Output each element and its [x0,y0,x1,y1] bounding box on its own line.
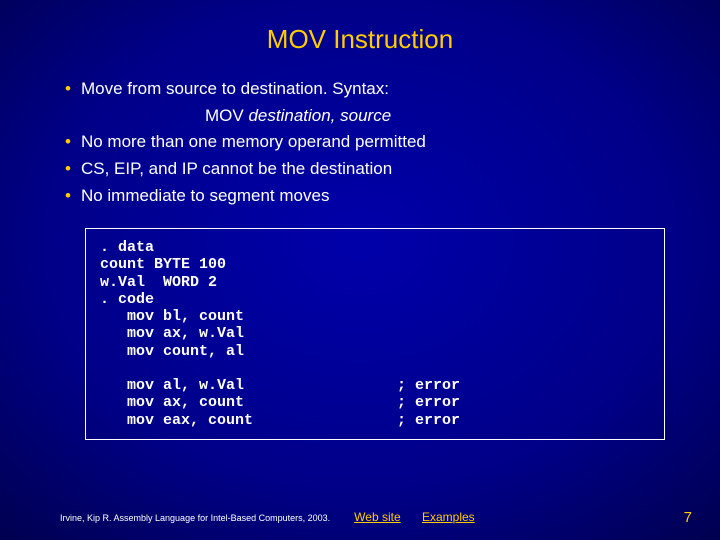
bullet-item: • No more than one memory operand permit… [65,130,680,155]
bullet-item: • Move from source to destination. Synta… [65,77,680,102]
footer-links: Web site Examples [330,510,493,524]
bullet-dot-icon: • [65,184,71,209]
bullet-item: • No immediate to segment moves [65,184,680,209]
bullet-text: CS, EIP, and IP cannot be the destinatio… [81,157,392,182]
syntax-line: MOV destination, source [65,104,680,129]
syntax-op: MOV [205,106,248,125]
bullet-text: No more than one memory operand permitte… [81,130,426,155]
footer: Irvine, Kip R. Assembly Language for Int… [0,510,720,524]
code-box: . data count BYTE 100 w.Val WORD 2 . cod… [85,228,665,440]
bullet-text: Move from source to destination. Syntax: [81,77,389,102]
bullet-dot-icon: • [65,77,71,102]
bullet-text: No immediate to segment moves [81,184,330,209]
bullet-dot-icon: • [65,130,71,155]
examples-link[interactable]: Examples [422,510,475,524]
page-number: 7 [684,509,692,526]
website-link[interactable]: Web site [354,510,400,524]
syntax-args: destination, source [248,106,391,125]
bullet-item: • CS, EIP, and IP cannot be the destinat… [65,157,680,182]
bullet-list: • Move from source to destination. Synta… [0,77,720,208]
slide-title: MOV Instruction [0,0,720,77]
citation-text: Irvine, Kip R. Assembly Language for Int… [0,513,330,523]
bullet-dot-icon: • [65,157,71,182]
